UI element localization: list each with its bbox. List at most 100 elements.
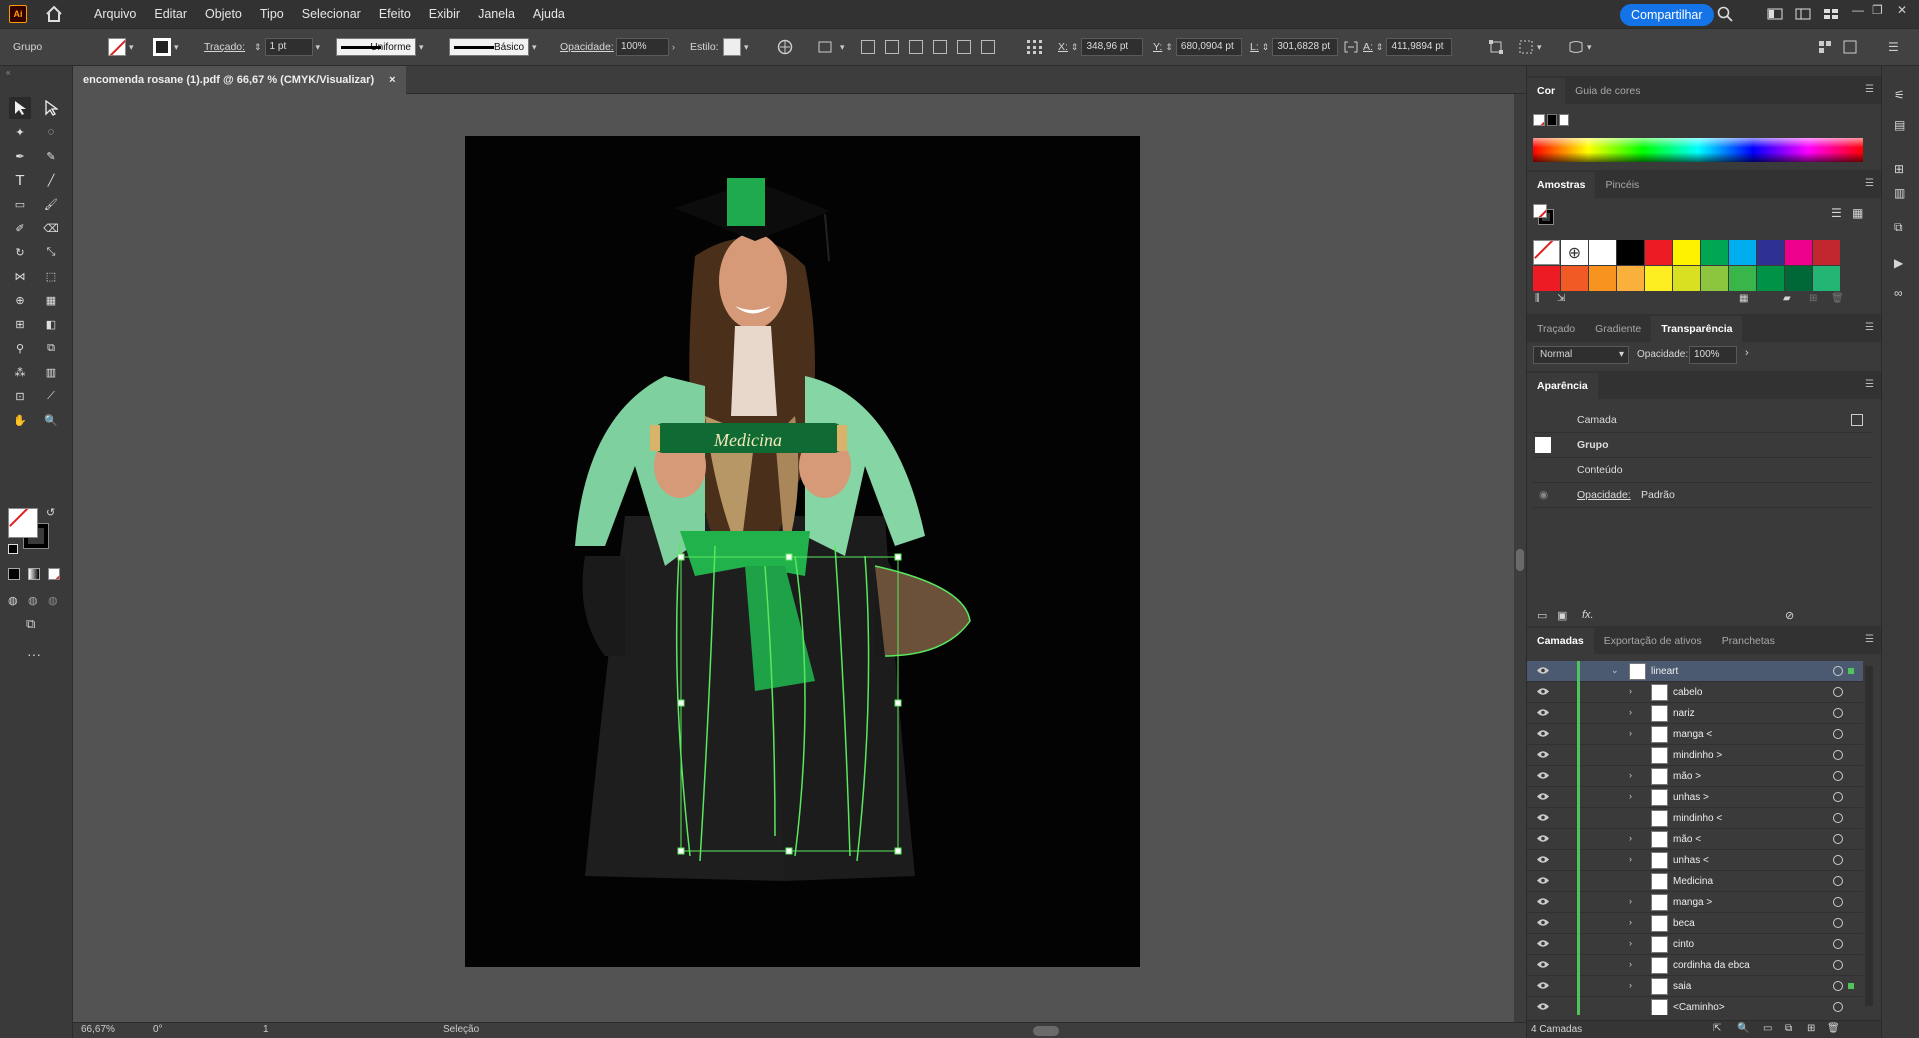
delete-layer-icon[interactable]: 🗑 <box>1827 1023 1840 1034</box>
layer-row[interactable]: ⌄ lineart <box>1527 661 1863 682</box>
draw-behind-icon[interactable]: ◍ <box>28 594 38 607</box>
fill-color-box[interactable] <box>8 508 38 538</box>
chevron-down-icon[interactable]: ▾ <box>532 42 537 53</box>
width-field[interactable]: 301,6828 pt <box>1272 38 1339 56</box>
target-circle-icon[interactable] <box>1833 666 1843 676</box>
visibility-eye-icon[interactable] <box>1537 939 1549 948</box>
lasso-tool-icon[interactable]: ◌ <box>40 121 62 143</box>
visibility-eye-icon[interactable] <box>1537 981 1549 990</box>
visibility-eye-icon[interactable] <box>1537 876 1549 885</box>
color-swatch[interactable] <box>1673 266 1700 291</box>
paintbrush-tool-icon[interactable]: 🖌 <box>40 193 62 215</box>
target-circle-icon[interactable] <box>1833 876 1843 886</box>
add-stroke-icon[interactable]: ▭ <box>1537 609 1547 622</box>
hand-tool-icon[interactable]: ✋ <box>9 409 31 431</box>
collapse-icon[interactable]: « <box>6 68 10 77</box>
menu-item[interactable]: Arquivo <box>85 0 145 28</box>
visibility-eye-icon[interactable] <box>1537 708 1549 717</box>
new-layer-icon[interactable]: ⊞ <box>1807 1023 1815 1034</box>
slice-tool-icon[interactable]: ⟋ <box>40 385 62 407</box>
target-circle-icon[interactable] <box>1833 813 1843 823</box>
menu-lines-icon[interactable]: ☰ <box>1888 40 1899 54</box>
stepper-icon[interactable]: ⇕ <box>1165 42 1173 53</box>
layer-row[interactable]: › unhas < <box>1527 850 1863 871</box>
expand-arrow-icon[interactable]: › <box>1629 833 1632 843</box>
tab-artboards[interactable]: Pranchetas <box>1712 628 1785 654</box>
stepper-icon[interactable]: ⇕ <box>1262 42 1270 53</box>
menu-item[interactable]: Exibir <box>420 0 469 28</box>
target-circle-icon[interactable] <box>1833 1002 1843 1012</box>
links-icon[interactable]: ∞ <box>1894 286 1903 300</box>
stroke-weight-field[interactable]: 1 pt <box>264 38 313 56</box>
search-icon[interactable] <box>1717 6 1733 22</box>
delete-swatch-icon[interactable]: 🗑 <box>1831 293 1844 304</box>
discover-icon[interactable] <box>1823 6 1839 22</box>
scroll-thumb[interactable] <box>1516 549 1524 571</box>
chevron-right-icon[interactable]: › <box>672 42 675 52</box>
document-tab[interactable]: encomenda rosane (1).pdf @ 66,67 % (CMYK… <box>73 66 406 94</box>
mesh-tool-icon[interactable]: ⊞ <box>9 313 31 335</box>
tab-gradient[interactable]: Gradiente <box>1585 316 1651 342</box>
width-tool-icon[interactable]: ⋈ <box>9 265 31 287</box>
fx-icon[interactable]: fx. <box>1582 609 1594 621</box>
selection-tool-icon[interactable] <box>9 97 31 119</box>
visibility-eye-icon[interactable] <box>1537 750 1549 759</box>
pathfinder-icon[interactable]: ⧉ <box>1894 220 1903 235</box>
swatch-registration[interactable]: ⊕ <box>1561 240 1588 265</box>
color-swatch[interactable] <box>1645 266 1672 291</box>
zoom-tool-icon[interactable]: 🔍 <box>40 409 62 431</box>
properties-icon[interactable]: ⚟ <box>1894 88 1905 102</box>
color-swatch[interactable] <box>1561 266 1588 291</box>
expand-arrow-icon[interactable]: ⌄ <box>1611 665 1619 676</box>
libraries-icon[interactable]: ▤ <box>1894 118 1905 132</box>
visibility-eye-icon[interactable] <box>1537 1002 1549 1011</box>
layer-row[interactable]: › cabelo <box>1527 682 1863 703</box>
x-field[interactable]: 348,96 pt <box>1081 38 1144 56</box>
color-none-swatch[interactable] <box>1533 114 1545 126</box>
visibility-eye-icon[interactable] <box>1537 834 1549 843</box>
expand-arrow-icon[interactable]: › <box>1629 938 1632 948</box>
target-circle-icon[interactable] <box>1833 687 1843 697</box>
selection-indicator[interactable] <box>1848 983 1854 989</box>
chevron-down-icon[interactable]: ▾ <box>1537 42 1542 53</box>
color-group-icon[interactable]: ▦ <box>1739 293 1748 304</box>
visibility-eye-icon[interactable] <box>1537 813 1549 822</box>
color-swatch[interactable] <box>1785 240 1812 265</box>
panel-menu-icon[interactable]: ☰ <box>1865 322 1874 333</box>
transform-panel-icon[interactable]: ⊞ <box>1894 162 1904 176</box>
pen-tool-icon[interactable]: ✒ <box>9 145 31 167</box>
chevron-down-icon[interactable]: ▾ <box>129 42 134 53</box>
target-circle-icon[interactable] <box>1833 918 1843 928</box>
new-color-group-icon[interactable]: ▰ <box>1783 293 1791 304</box>
draw-normal-icon[interactable]: ◍ <box>8 594 18 607</box>
expand-arrow-icon[interactable]: › <box>1629 728 1632 738</box>
layer-row[interactable]: › mão > <box>1527 766 1863 787</box>
share-button[interactable]: Compartilhar <box>1620 4 1714 26</box>
expand-arrow-icon[interactable]: › <box>1629 917 1632 927</box>
color-swatch[interactable] <box>1617 266 1644 291</box>
tab-color-guide[interactable]: Guia de cores <box>1565 78 1650 104</box>
color-swatch[interactable] <box>1813 266 1840 291</box>
visibility-eye-icon[interactable] <box>1537 771 1549 780</box>
panel-menu-icon[interactable]: ☰ <box>1865 634 1874 645</box>
add-fill-icon[interactable]: ▣ <box>1557 609 1567 622</box>
align-left-icon[interactable] <box>861 40 875 54</box>
layer-row[interactable]: › saia <box>1527 976 1863 997</box>
transparency-opacity-field[interactable]: 100% <box>1689 346 1737 364</box>
direct-selection-tool-icon[interactable] <box>40 97 62 119</box>
target-circle-icon[interactable] <box>1833 708 1843 718</box>
workspace-icon[interactable] <box>1767 6 1783 22</box>
new-sublayer-icon[interactable]: ⧉ <box>1785 1023 1792 1034</box>
rotation-value[interactable]: 0° <box>153 1024 163 1035</box>
appearance-row-content[interactable]: Conteúdo <box>1533 458 1873 483</box>
stepper-icon[interactable]: ⇕ <box>1071 42 1079 53</box>
target-circle-icon[interactable] <box>1833 855 1843 865</box>
align-right-icon[interactable] <box>909 40 923 54</box>
type-tool-icon[interactable]: T <box>9 169 31 191</box>
rotate-tool-icon[interactable]: ↻ <box>9 241 31 263</box>
tab-transparency[interactable]: Transparência <box>1651 316 1743 342</box>
color-swatch[interactable] <box>1589 266 1616 291</box>
eyedropper-tool-icon[interactable]: ⚲ <box>9 337 31 359</box>
swatch-fill-stroke-indicator[interactable] <box>1533 204 1554 225</box>
variable-width-profile[interactable]: Uniforme <box>336 38 416 56</box>
